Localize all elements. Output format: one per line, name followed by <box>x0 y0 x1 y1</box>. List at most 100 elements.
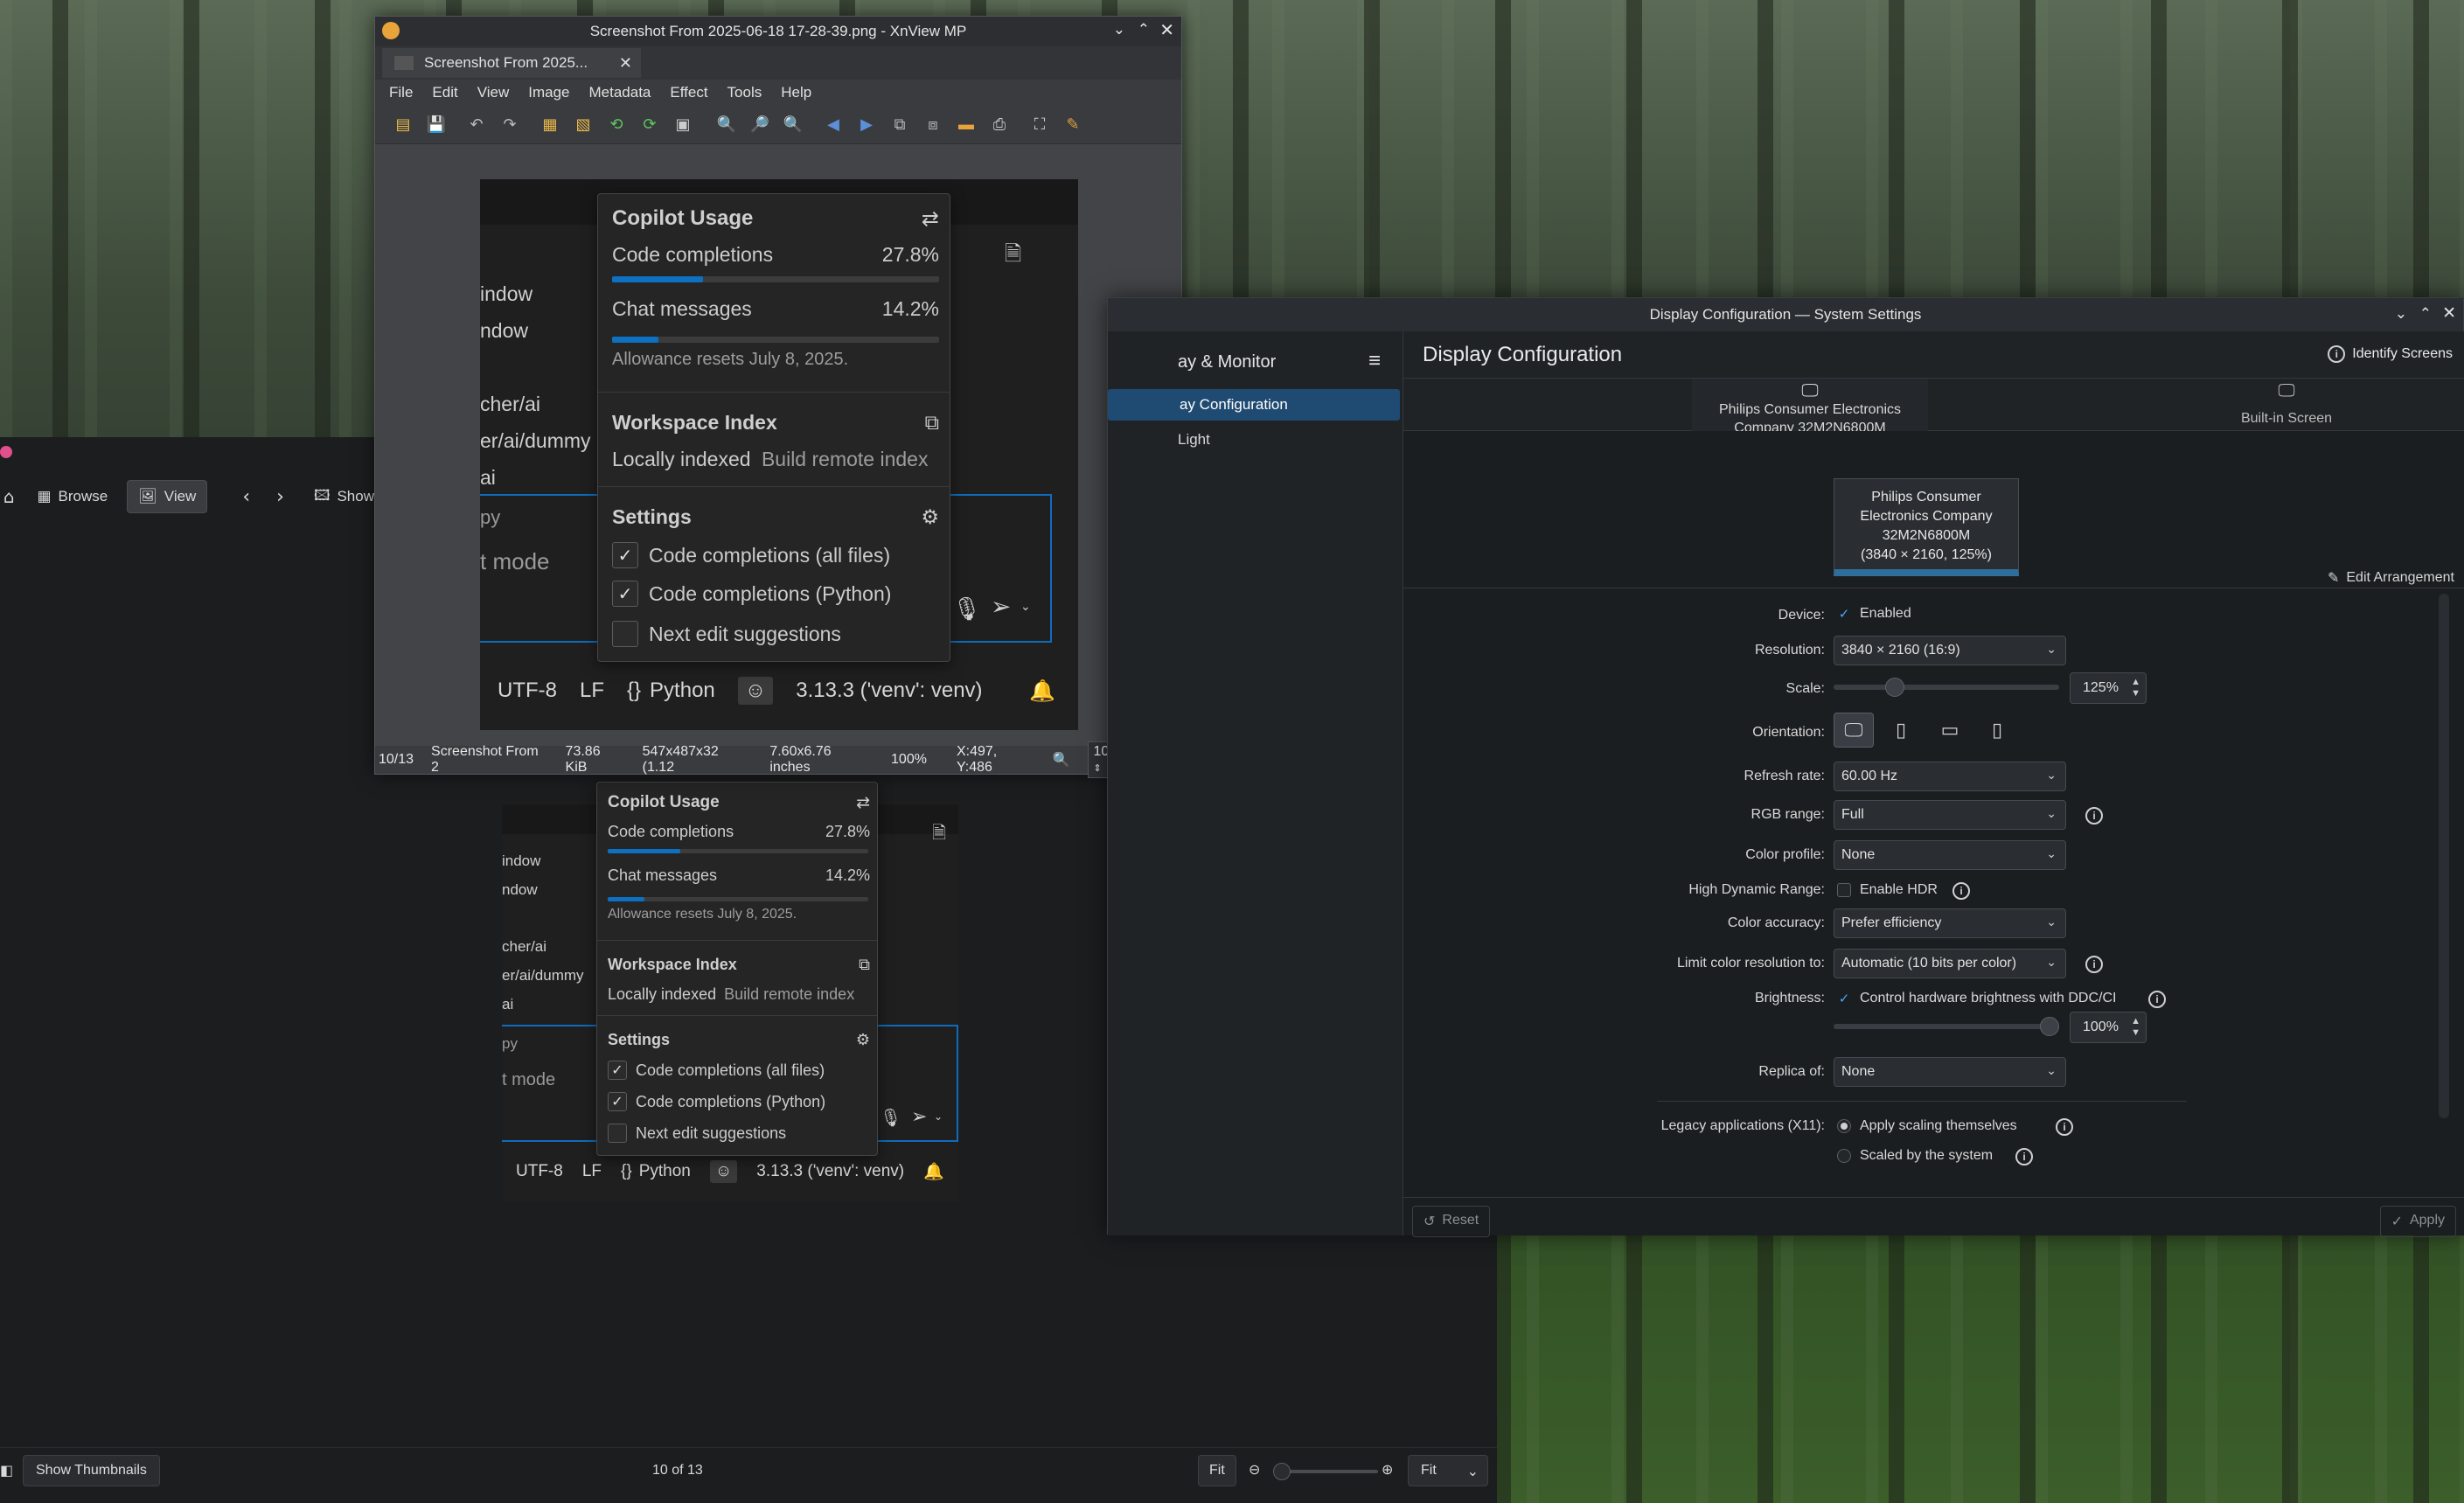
menu-view[interactable]: View <box>477 84 510 101</box>
build-remote-index-link[interactable]: Build remote index <box>724 985 854 1003</box>
scale-spinbox[interactable]: 125% ▲ ▼ <box>2070 672 2147 704</box>
slideshow-icon[interactable]: ▬ <box>954 113 978 137</box>
setting-all-files[interactable]: ✓ Code completions (all files) <box>608 1061 825 1080</box>
checkbox-checked[interactable]: ✓ <box>608 1092 627 1111</box>
previous-arrow-icon[interactable]: ◀ <box>821 113 846 137</box>
zoom-out-icon[interactable]: 🔍 <box>781 113 805 137</box>
menu-file[interactable]: File <box>389 84 413 101</box>
tab-built-in-screen[interactable]: 🖵 Built-in Screen <box>2190 379 2383 431</box>
hamburger-menu-icon[interactable]: ≡ <box>1368 349 1381 373</box>
fit-button[interactable]: Fit <box>1198 1455 1236 1486</box>
zoom-out-icon[interactable]: ⊖ <box>1249 1461 1260 1478</box>
info-icon[interactable]: i <box>2056 1118 2073 1136</box>
zoom-in-icon[interactable]: ⊕ <box>1382 1461 1393 1478</box>
color-accuracy-select[interactable]: Prefer efficiency ⌄ <box>1834 908 2066 938</box>
zoom-select[interactable]: Fit ⌄ <box>1408 1455 1488 1486</box>
show-button[interactable]: 🖾 Show <box>303 477 385 517</box>
browser-icon[interactable]: ▤ <box>391 113 415 137</box>
previous-icon[interactable]: ‹ <box>242 486 250 508</box>
setting-python[interactable]: ✓ Code completions (Python) <box>608 1092 825 1111</box>
tab-screenshot[interactable]: Screenshot From 2025... ✕ <box>382 48 641 78</box>
sidebar-toggle-icon[interactable]: ◧ <box>0 1462 13 1479</box>
checkbox-checked[interactable]: ✓ <box>612 581 638 607</box>
fullscreen-icon[interactable]: ⛶ <box>1027 113 1052 137</box>
rgb-range-select[interactable]: Full ⌄ <box>1834 800 2066 830</box>
copy-icon[interactable]: ⧉ <box>887 113 912 137</box>
build-remote-index-link[interactable]: Build remote index <box>762 448 929 470</box>
info-icon[interactable]: i <box>2148 991 2166 1008</box>
home-icon[interactable]: ⌂ <box>0 486 17 507</box>
close-tab-icon[interactable]: ✕ <box>619 54 632 73</box>
checkbox-checked[interactable]: ✓ <box>612 542 638 568</box>
menu-effect[interactable]: Effect <box>670 84 707 101</box>
menu-image[interactable]: Image <box>528 84 569 101</box>
setting-next-edit[interactable]: Next edit suggestions <box>612 621 841 647</box>
checkbox-unchecked[interactable] <box>608 1124 627 1143</box>
settings-icon[interactable]: ✎ <box>1061 113 1085 137</box>
apply-button[interactable]: ✓ Apply <box>2379 1206 2456 1237</box>
rotate-right-icon[interactable]: ⟳ <box>637 113 662 137</box>
ddc-brightness-checkbox[interactable]: ✓ Control hardware brightness with DDC/C… <box>1837 991 2117 1006</box>
gear-icon[interactable]: ⚙ <box>856 1031 870 1049</box>
adjust-icon[interactable]: ▣ <box>671 113 695 137</box>
external-link-icon[interactable]: ⧉ <box>925 411 939 435</box>
browse-button[interactable]: ▦ Browse <box>26 481 118 512</box>
external-link-icon[interactable]: ⧉ <box>859 956 870 974</box>
brightness-slider-thumb[interactable] <box>2040 1017 2059 1036</box>
replica-of-select[interactable]: None ⌄ <box>1834 1057 2066 1087</box>
compare-icon[interactable]: ⧈ <box>921 113 945 137</box>
gear-icon[interactable]: ⚙ <box>921 505 939 529</box>
redo-icon[interactable]: ↷ <box>498 113 522 137</box>
info-icon[interactable]: i <box>2015 1148 2033 1166</box>
orientation-landscape-button[interactable]: 🖵 <box>1834 713 1874 748</box>
reset-button[interactable]: ↺ Reset <box>1412 1206 1491 1237</box>
orientation-flipped-button[interactable]: ▭ <box>1930 713 1970 748</box>
next-icon[interactable]: › <box>276 486 284 508</box>
undo-icon[interactable]: ↶ <box>464 113 489 137</box>
menu-tools[interactable]: Tools <box>727 84 762 101</box>
legacy-scaled-by-system-radio[interactable]: Scaled by the system <box>1837 1148 1993 1164</box>
info-icon[interactable]: i <box>1952 882 1970 900</box>
setting-python[interactable]: ✓ Code completions (Python) <box>612 581 891 607</box>
setting-all-files[interactable]: ✓ Code completions (all files) <box>612 542 890 568</box>
menu-help[interactable]: Help <box>781 84 811 101</box>
zoom-slider-thumb[interactable] <box>1273 1463 1291 1480</box>
close-icon[interactable]: ✕ <box>2442 303 2456 324</box>
brightness-spinbox[interactable]: 100% ▲ ▼ <box>2070 1012 2147 1043</box>
zoom-fit-icon[interactable]: 🔎 <box>748 113 772 137</box>
edit-arrangement-button[interactable]: ✎ Edit Arrangement <box>2328 569 2454 587</box>
sidebar-item-night-light[interactable]: Light <box>1178 431 1210 449</box>
image-list-icon[interactable]: ▦ <box>538 113 562 137</box>
minimize-icon[interactable]: ⌄ <box>2395 305 2407 323</box>
device-enabled-checkbox[interactable]: ✓ Enabled <box>1837 606 1911 622</box>
view-button[interactable]: 🖼 View <box>127 480 208 513</box>
info-icon[interactable]: i <box>2085 807 2103 825</box>
maximize-icon[interactable]: ⌃ <box>2419 305 2432 323</box>
screen-arrangement-box[interactable]: Philips Consumer Electronics Company 32M… <box>1834 478 2019 576</box>
orientation-portrait-right-button[interactable]: ▯ <box>1977 713 2017 748</box>
scrollbar[interactable] <box>2439 594 2449 1118</box>
edit-image-icon[interactable]: ▧ <box>571 113 595 137</box>
refresh-rate-select[interactable]: 60.00 Hz ⌄ <box>1834 762 2066 791</box>
next-arrow-icon[interactable]: ▶ <box>854 113 879 137</box>
brightness-slider[interactable] <box>1834 1024 2059 1029</box>
menu-metadata[interactable]: Metadata <box>589 84 651 101</box>
color-profile-select[interactable]: None ⌄ <box>1834 840 2066 870</box>
maximize-icon[interactable]: ⌃ <box>1138 21 1150 38</box>
info-icon[interactable]: i <box>2085 956 2103 973</box>
orientation-portrait-left-button[interactable]: ▯ <box>1881 713 1921 748</box>
sliders-icon[interactable]: ⇄ <box>922 206 939 232</box>
enable-hdr-checkbox[interactable]: Enable HDR <box>1837 882 1938 898</box>
tab-philips-screen[interactable]: 🖵 Philips Consumer Electronics Company 3… <box>1692 379 1928 435</box>
checkbox-checked[interactable]: ✓ <box>608 1061 627 1080</box>
scale-slider-thumb[interactable] <box>1885 678 1904 697</box>
sliders-icon[interactable]: ⇄ <box>856 793 870 813</box>
checkbox-unchecked[interactable] <box>612 621 638 647</box>
resolution-select[interactable]: 3840 × 2160 (16:9) ⌄ <box>1834 636 2066 665</box>
identify-screens-button[interactable]: i Identify Screens <box>2328 345 2453 363</box>
show-thumbnails-button[interactable]: Show Thumbnails <box>23 1455 160 1486</box>
close-icon[interactable]: ✕ <box>1159 19 1174 41</box>
zoom-icon[interactable]: 🔍 <box>1053 751 1070 769</box>
rotate-left-icon[interactable]: ⟲ <box>604 113 629 137</box>
zoom-in-icon[interactable]: 🔍 <box>714 113 739 137</box>
